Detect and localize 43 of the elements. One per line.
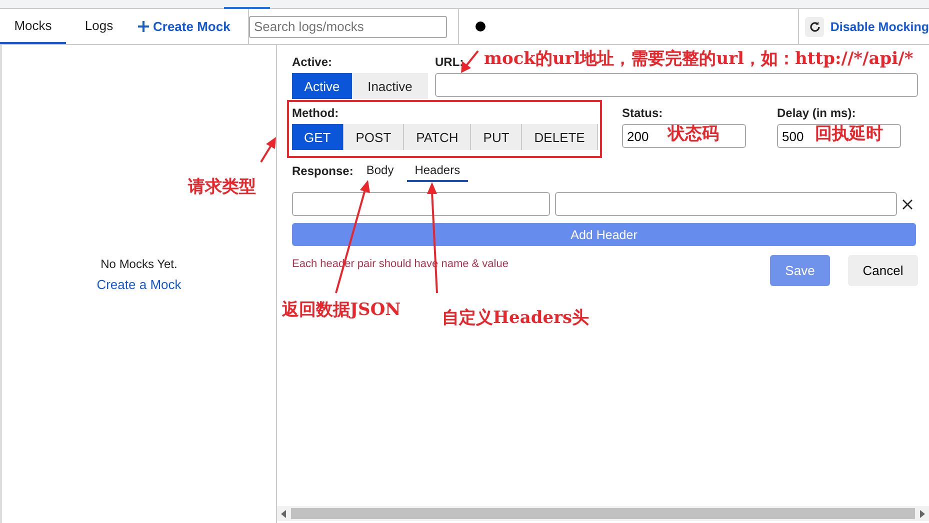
search-field[interactable]: Search logs/mocks bbox=[249, 16, 447, 38]
annotation-text: 自定义Headers头 bbox=[442, 309, 590, 327]
horizontal-scrollbar[interactable] bbox=[277, 506, 929, 521]
field-label: Active: bbox=[292, 55, 334, 69]
field-label: Response: bbox=[292, 164, 354, 178]
scrollbar-thumb[interactable] bbox=[291, 508, 915, 519]
cancel-button[interactable]: Cancel bbox=[848, 255, 918, 286]
refresh-button[interactable] bbox=[805, 16, 824, 36]
method-button[interactable]: GET bbox=[292, 124, 344, 150]
annotation-arrow bbox=[260, 137, 276, 163]
scroll-right-icon bbox=[919, 510, 925, 518]
close-icon[interactable] bbox=[902, 198, 913, 210]
create-mock-link[interactable]: Create a Mock bbox=[96, 276, 182, 292]
response-tab[interactable]: Body bbox=[365, 160, 395, 182]
response-tab[interactable]: Headers bbox=[406, 160, 468, 182]
panel-tab[interactable]: Mocks bbox=[0, 9, 66, 44]
method-button[interactable]: PUT bbox=[471, 124, 522, 150]
field-label: URL: bbox=[435, 55, 464, 69]
status-toggle[interactable]: Inactive bbox=[352, 73, 428, 99]
annotation-text: 回执延时 bbox=[815, 125, 883, 143]
disable-mocking-button[interactable]: Disable Mocking bbox=[830, 20, 929, 34]
status-toggle[interactable]: Active bbox=[292, 73, 352, 99]
plus-icon bbox=[138, 21, 149, 32]
url-field[interactable] bbox=[435, 73, 918, 97]
scroll-left-icon bbox=[281, 510, 287, 518]
method-button[interactable]: PATCH bbox=[404, 124, 472, 150]
field-label: Status: bbox=[622, 106, 664, 120]
header-name-field[interactable] bbox=[292, 192, 550, 216]
empty-message: No Mocks Yet. bbox=[100, 256, 178, 270]
record-icon[interactable] bbox=[475, 21, 486, 32]
annotation-arrow bbox=[461, 50, 479, 73]
annotation-text: 请求类型 bbox=[188, 178, 256, 196]
annotation-text: mock的url地址，需要完整的url，如：http://*/api/* bbox=[484, 50, 914, 68]
annotation-text: 返回数据JSON bbox=[282, 301, 401, 319]
annotation-text: 状态码 bbox=[668, 125, 719, 143]
field-label: Delay (in ms): bbox=[777, 106, 857, 120]
field-label: Method: bbox=[292, 106, 340, 120]
panel-tab[interactable]: Logs bbox=[66, 9, 132, 44]
refresh-icon bbox=[808, 20, 821, 32]
method-button[interactable]: POST bbox=[344, 124, 404, 150]
method-button[interactable]: DELETE bbox=[522, 124, 598, 150]
header-value-field[interactable] bbox=[555, 192, 897, 216]
create-mock-button[interactable]: Create Mock bbox=[132, 9, 236, 44]
